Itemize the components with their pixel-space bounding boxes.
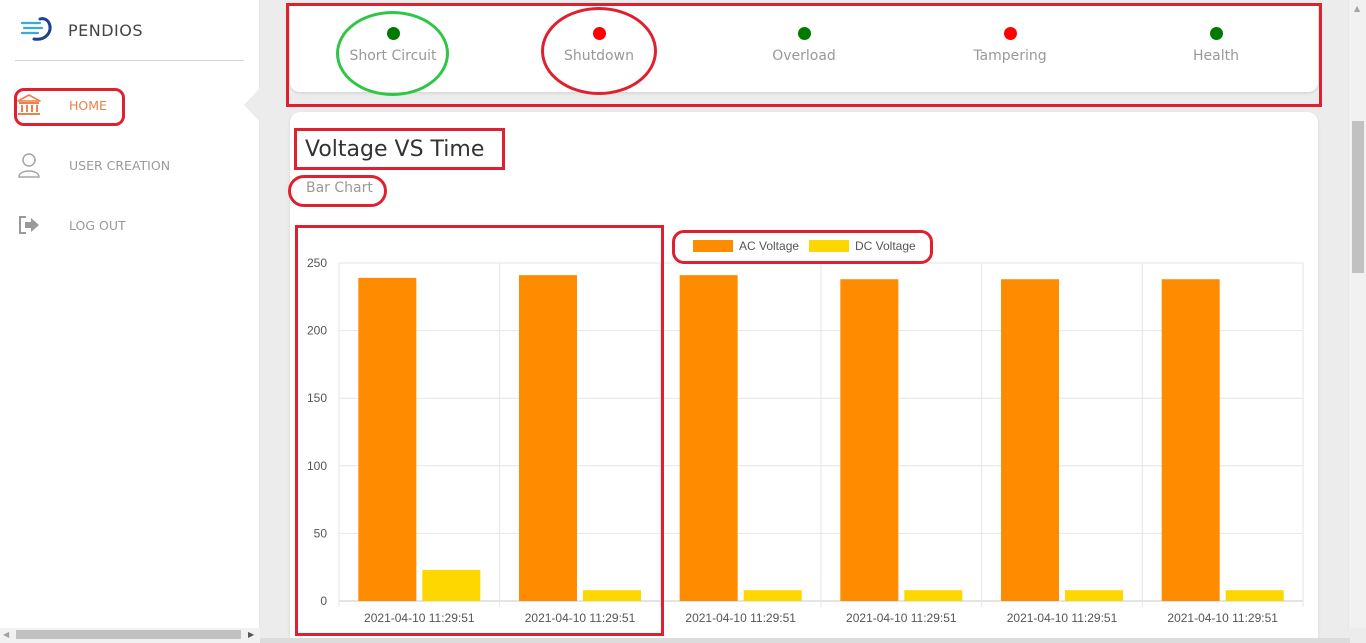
y-tick-label: 150 bbox=[307, 391, 327, 405]
sidebar-item-label: HOME bbox=[69, 97, 107, 113]
bar-ac-voltage bbox=[358, 277, 417, 601]
y-tick-label: 50 bbox=[314, 526, 328, 540]
x-tick-label: 2021-04-10 11:29:51 bbox=[364, 611, 475, 625]
brand[interactable]: PENDIOS bbox=[20, 14, 143, 46]
voltage-bar-chart: 0 50 100 150 200 250 2021-04-10 11:29:51 2021-0… bbox=[307, 239, 1304, 625]
scroll-up-icon[interactable]: ▲ bbox=[1354, 4, 1360, 13]
status-indicator-dot bbox=[386, 27, 400, 40]
sidebar-item-label: LOG OUT bbox=[69, 217, 126, 233]
sidebar: PENDIOS HOME USER CREATION LOG OUT bbox=[0, 0, 260, 628]
bar-dc-voltage bbox=[1065, 590, 1123, 601]
sidebar-divider bbox=[15, 60, 244, 61]
vertical-scrollbar[interactable]: ▲ bbox=[1348, 0, 1366, 628]
status-indicator-dot bbox=[797, 27, 811, 40]
x-tick-label: 2021-04-10 11:29:51 bbox=[1007, 611, 1118, 625]
status-label: Health bbox=[1193, 48, 1239, 64]
chart-subtitle: Bar Chart bbox=[306, 180, 373, 196]
x-tick-label: 2021-04-10 11:29:51 bbox=[685, 611, 796, 625]
horizontal-scrollbar[interactable]: ◀ ▶ bbox=[0, 628, 260, 643]
status-indicator-dot bbox=[592, 27, 606, 40]
legend-swatch bbox=[693, 240, 733, 252]
brand-name: PENDIOS bbox=[68, 20, 144, 40]
status-label: Tampering bbox=[973, 48, 1047, 64]
y-tick-label: 200 bbox=[307, 324, 327, 338]
x-tick-label: 2021-04-10 11:29:51 bbox=[846, 611, 957, 625]
status-shutdown: Shutdown bbox=[496, 6, 702, 92]
status-indicator-dot bbox=[1209, 27, 1223, 40]
user-icon bbox=[16, 152, 42, 178]
bar-dc-voltage bbox=[743, 590, 802, 601]
status-label: Shutdown bbox=[564, 48, 634, 64]
bar-dc-voltage bbox=[583, 590, 641, 601]
x-tick-label: 2021-04-10 11:29:51 bbox=[525, 611, 636, 625]
horizontal-scroll-thumb[interactable] bbox=[16, 630, 241, 639]
bar-dc-voltage bbox=[422, 569, 481, 601]
bar-dc-voltage bbox=[904, 590, 963, 601]
legend-label: DC Voltage bbox=[855, 239, 916, 253]
status-health: Health bbox=[1113, 6, 1319, 92]
sidebar-item-logout[interactable]: LOG OUT bbox=[16, 208, 246, 242]
logout-icon bbox=[16, 212, 42, 238]
bank-icon bbox=[16, 92, 42, 118]
sidebar-item-user-creation[interactable]: USER CREATION bbox=[16, 148, 246, 182]
active-item-notch bbox=[244, 88, 260, 122]
legend-swatch bbox=[809, 240, 849, 252]
status-indicator-dot bbox=[1003, 27, 1017, 40]
status-short-circuit: Short Circuit bbox=[290, 6, 496, 92]
status-label: Short Circuit bbox=[349, 48, 437, 64]
sidebar-item-label: USER CREATION bbox=[69, 157, 171, 173]
chart-title: Voltage VS Time bbox=[305, 137, 485, 162]
bar-ac-voltage bbox=[679, 275, 738, 601]
legend-label: AC Voltage bbox=[739, 239, 799, 253]
vertical-scroll-thumb[interactable] bbox=[1352, 121, 1364, 273]
bar-ac-voltage bbox=[1161, 279, 1220, 601]
content-horizontal-scrollbar[interactable] bbox=[260, 638, 1350, 643]
status-overload: Overload bbox=[701, 6, 907, 92]
status-panel: Short Circuit Shutdown Overload Tamperin… bbox=[290, 6, 1318, 92]
bar-ac-voltage bbox=[840, 279, 899, 601]
scroll-right-icon[interactable]: ▶ bbox=[248, 630, 254, 639]
bar-ac-voltage bbox=[519, 275, 577, 601]
status-label: Overload bbox=[772, 48, 836, 64]
bar-ac-voltage bbox=[1001, 279, 1059, 601]
y-tick-label: 100 bbox=[307, 459, 327, 473]
y-tick-label: 0 bbox=[320, 594, 327, 608]
scroll-left-icon[interactable]: ◀ bbox=[3, 630, 9, 639]
x-tick-label: 2021-04-10 11:29:51 bbox=[1167, 611, 1278, 625]
y-tick-label: 250 bbox=[307, 256, 327, 270]
bar-dc-voltage bbox=[1225, 590, 1284, 601]
status-tampering: Tampering bbox=[907, 6, 1113, 92]
pendios-logo-icon bbox=[20, 15, 54, 45]
sidebar-item-home[interactable]: HOME bbox=[16, 88, 246, 122]
